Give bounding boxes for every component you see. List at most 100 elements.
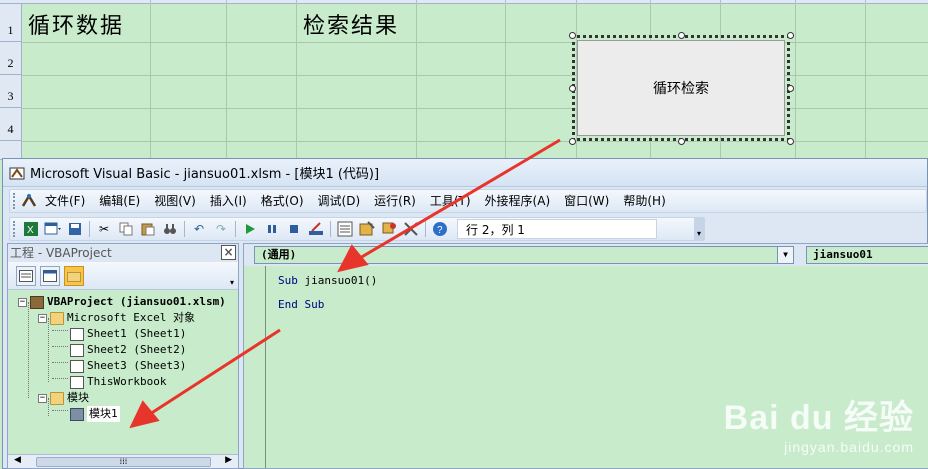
menu-addins[interactable]: 外接程序(A) xyxy=(478,191,558,211)
resize-handle[interactable] xyxy=(787,138,794,145)
resize-handle[interactable] xyxy=(569,138,576,145)
insert-userform-icon[interactable] xyxy=(42,219,64,239)
vbaproject-icon xyxy=(30,295,44,309)
code-line-1[interactable]: Sub jiansuo01() xyxy=(278,274,377,287)
vba-project-icon xyxy=(21,193,37,207)
folder-icon xyxy=(50,391,64,405)
toolbox-icon[interactable] xyxy=(400,219,422,239)
toolbar-grip[interactable] xyxy=(13,221,17,237)
collapse-icon[interactable]: − xyxy=(38,393,47,403)
module-icon xyxy=(70,407,84,421)
collapse-icon[interactable]: − xyxy=(18,297,27,307)
window-title: Microsoft Visual Basic - jiansuo01.xlsm … xyxy=(30,167,380,182)
view-code-button[interactable] xyxy=(16,265,36,286)
break-icon[interactable] xyxy=(261,219,283,239)
code-line-2[interactable]: End Sub xyxy=(278,298,324,311)
loop-search-button-label: 循环检索 xyxy=(653,81,709,97)
help-icon[interactable]: ? xyxy=(429,219,451,239)
title-bar[interactable]: Microsoft Visual Basic - jiansuo01.xlsm … xyxy=(3,159,927,187)
standard-toolbar: X ✂ ↶ ↷ ? 行 2，列 1 ▾ xyxy=(9,217,705,241)
view-object-button[interactable] xyxy=(40,265,60,286)
folder-icon xyxy=(50,311,64,325)
project-explorer-title: 工程 - VBAProject × xyxy=(8,244,238,262)
baidu-watermark: Bai du 经验 jingyan.baidu.com xyxy=(724,390,914,455)
save-icon[interactable] xyxy=(64,219,86,239)
object-browser-icon[interactable] xyxy=(378,219,400,239)
tree-node-thisworkbook[interactable]: ThisWorkbook xyxy=(70,374,166,390)
row-header-4[interactable]: 4 xyxy=(0,108,22,141)
menu-run[interactable]: 运行(R) xyxy=(367,191,423,211)
menu-format[interactable]: 格式(O) xyxy=(254,191,311,211)
tree-node-excel-objects[interactable]: − Microsoft Excel 对象 xyxy=(38,310,195,326)
find-icon[interactable] xyxy=(159,219,181,239)
tree-node-sheet3[interactable]: Sheet3 (Sheet3) xyxy=(70,358,186,374)
row-header-1[interactable]: 1 xyxy=(0,4,22,42)
worksheet-icon xyxy=(70,359,84,373)
resize-handle[interactable] xyxy=(569,32,576,39)
tree-node-sheet1[interactable]: Sheet1 (Sheet1) xyxy=(70,326,186,342)
resize-handle[interactable] xyxy=(678,32,685,39)
row-header-2[interactable]: 2 xyxy=(0,42,22,75)
baidu-logo: Bai du 经验 xyxy=(723,399,914,437)
row-header-3[interactable]: 3 xyxy=(0,75,22,108)
scroll-left-icon[interactable]: ◀ xyxy=(14,455,21,465)
toolbar-options[interactable]: ▾ xyxy=(694,218,704,240)
collapse-icon[interactable]: − xyxy=(38,313,47,323)
procedure-dropdown[interactable]: jiansuo01 xyxy=(806,246,928,264)
cell-c1[interactable]: 检索结果 xyxy=(303,8,399,40)
project-explorer-toolbar: ▾ xyxy=(8,262,238,290)
tree-node-module1[interactable]: 模块1 xyxy=(70,406,120,422)
tree-node-vbaproject[interactable]: − VBAProject (jiansuo01.xlsm) xyxy=(18,294,226,310)
loop-search-button[interactable]: 循环检索 xyxy=(572,35,790,141)
project-tree: − VBAProject (jiansuo01.xlsm) − Microsof… xyxy=(8,290,238,422)
cut-icon[interactable]: ✂ xyxy=(93,219,115,239)
toggle-folders-button[interactable] xyxy=(64,265,84,286)
horizontal-scrollbar[interactable]: ◀ ⁞⁞⁞ ▶ xyxy=(8,454,238,468)
run-icon[interactable] xyxy=(239,219,261,239)
menu-file[interactable]: 文件(F) xyxy=(38,191,92,211)
worksheet-icon xyxy=(70,327,84,341)
view-excel-icon[interactable]: X xyxy=(20,219,42,239)
design-mode-icon[interactable] xyxy=(305,219,327,239)
worksheet-icon xyxy=(70,343,84,357)
menu-insert[interactable]: 插入(I) xyxy=(203,191,254,211)
resize-handle[interactable] xyxy=(787,32,794,39)
close-button[interactable]: × xyxy=(221,245,236,260)
menubar-grip[interactable] xyxy=(13,193,17,209)
dropdown-arrow-icon[interactable]: ▼ xyxy=(777,247,793,263)
cursor-position: 行 2，列 1 xyxy=(457,219,657,239)
menu-debug[interactable]: 调试(D) xyxy=(311,191,368,211)
code-window-header: (通用) ▼ jiansuo01 xyxy=(244,244,928,266)
menu-bar: 文件(F) 编辑(E) 视图(V) 插入(I) 格式(O) 调试(D) 运行(R… xyxy=(9,189,927,213)
undo-icon[interactable]: ↶ xyxy=(188,219,210,239)
resize-handle[interactable] xyxy=(569,85,576,92)
scroll-right-icon[interactable]: ▶ xyxy=(225,455,232,465)
worksheet: 1 2 3 4 循环数据 检索结果 循环检索 xyxy=(0,0,928,160)
properties-icon[interactable] xyxy=(356,219,378,239)
workbook-icon xyxy=(70,375,84,389)
menu-window[interactable]: 窗口(W) xyxy=(557,191,616,211)
resize-handle[interactable] xyxy=(787,85,794,92)
object-dropdown[interactable]: (通用) ▼ xyxy=(254,246,794,264)
toolbar-chevron-icon[interactable]: ▾ xyxy=(230,278,234,287)
baidu-url: jingyan.baidu.com xyxy=(784,439,914,455)
code-margin[interactable] xyxy=(244,266,266,468)
menu-tools[interactable]: 工具(T) xyxy=(423,191,478,211)
paste-icon[interactable] xyxy=(137,219,159,239)
svg-text:X: X xyxy=(27,225,34,236)
tree-node-modules[interactable]: − 模块 xyxy=(38,390,89,406)
column-header-strip xyxy=(0,0,928,4)
redo-icon[interactable]: ↷ xyxy=(210,219,232,239)
cell-a1[interactable]: 循环数据 xyxy=(28,8,124,40)
menu-edit[interactable]: 编辑(E) xyxy=(92,191,147,211)
project-explorer-icon[interactable] xyxy=(334,219,356,239)
menu-view[interactable]: 视图(V) xyxy=(147,191,203,211)
resize-handle[interactable] xyxy=(678,138,685,145)
project-explorer: 工程 - VBAProject × ▾ − VBAProject (jiansu… xyxy=(7,243,239,469)
scroll-thumb[interactable]: ⁞⁞⁞ xyxy=(36,457,211,467)
menu-help[interactable]: 帮助(H) xyxy=(616,191,672,211)
reset-icon[interactable] xyxy=(283,219,305,239)
svg-text:?: ? xyxy=(437,225,443,236)
tree-node-sheet2[interactable]: Sheet2 (Sheet2) xyxy=(70,342,186,358)
copy-icon[interactable] xyxy=(115,219,137,239)
